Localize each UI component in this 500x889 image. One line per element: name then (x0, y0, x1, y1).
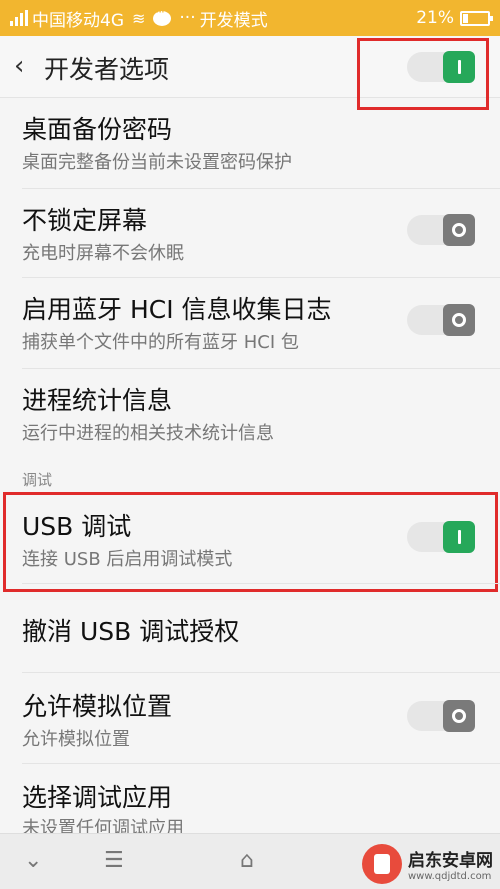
chevron-down-icon[interactable]: ⌄ (24, 848, 42, 873)
row-subtitle: 运行中进程的相关技术统计信息 (22, 423, 274, 444)
list-item-mock-location[interactable]: 允许模拟位置 允许模拟位置 (0, 673, 500, 763)
wifi-icon: ≋ (132, 8, 146, 28)
row-subtitle: 充电时屏幕不会休眠 (22, 243, 184, 264)
page-title: 开发者选项 (44, 55, 170, 84)
watermark-name: 启东安卓网 (408, 851, 493, 871)
section-header-debug: 调试 (22, 471, 53, 489)
watermark: 启东安卓网 www.qdjdtd.com (362, 842, 498, 886)
status-bar: 中国移动4G ≋ ··· 开发模式 21% (0, 0, 500, 36)
home-icon[interactable]: ⌂ (240, 848, 254, 873)
highlight-box-usb-debugging (3, 492, 498, 592)
stay-awake-switch[interactable] (407, 214, 475, 246)
row-subtitle: 允许模拟位置 (22, 729, 130, 750)
list-item-desktop-backup-password[interactable]: 桌面备份密码 桌面完整备份当前未设置密码保护 (0, 98, 500, 188)
carrier-label: 中国移动4G (32, 10, 124, 31)
divider (22, 583, 500, 584)
watermark-url: www.qdjdtd.com (408, 871, 492, 882)
list-item-select-debug-app[interactable]: 选择调试应用 未设置任何调试应用 (0, 764, 500, 833)
list-item-process-stats[interactable]: 进程统计信息 运行中进程的相关技术统计信息 (0, 369, 500, 457)
row-title: 不锁定屏幕 (22, 206, 148, 235)
battery-icon (460, 10, 493, 26)
row-title: 桌面备份密码 (22, 115, 173, 144)
bluetooth-hci-log-switch[interactable] (407, 304, 475, 336)
row-subtitle: 捕获单个文件中的所有蓝牙 HCI 包 (22, 332, 299, 353)
battery-percent: 21% (416, 8, 454, 28)
watermark-logo-icon (362, 844, 402, 884)
row-title: 进程统计信息 (22, 386, 173, 415)
back-arrow-icon[interactable]: ‹ (14, 53, 36, 79)
row-title: 启用蓝牙 HCI 信息收集日志 (22, 295, 332, 324)
signal-icon (10, 10, 28, 26)
row-title: 选择调试应用 (22, 783, 173, 812)
list-item-revoke-usb-auth[interactable]: 撤消 USB 调试授权 (0, 598, 500, 672)
row-title: 允许模拟位置 (22, 692, 173, 721)
row-subtitle: 桌面完整备份当前未设置密码保护 (22, 152, 292, 173)
more-icon: ··· (179, 8, 196, 28)
mock-location-switch[interactable] (407, 700, 475, 732)
menu-icon[interactable]: ☰ (104, 848, 124, 873)
list-item-stay-awake[interactable]: 不锁定屏幕 充电时屏幕不会休眠 (0, 189, 500, 277)
list-item-bluetooth-hci-log[interactable]: 启用蓝牙 HCI 信息收集日志 捕获单个文件中的所有蓝牙 HCI 包 (0, 278, 500, 368)
row-subtitle: 未设置任何调试应用 (22, 818, 184, 833)
chat-icon (153, 5, 172, 26)
row-title: 撤消 USB 调试授权 (22, 617, 240, 646)
mode-label: 开发模式 (199, 10, 268, 31)
